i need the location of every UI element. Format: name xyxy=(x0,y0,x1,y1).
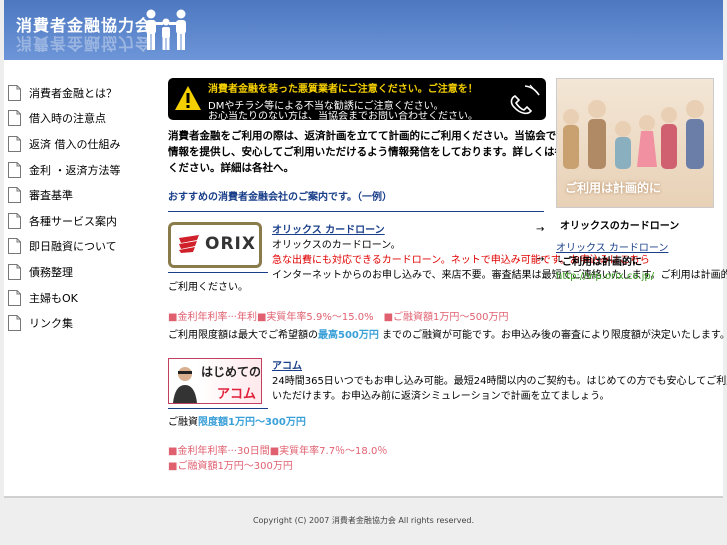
acom-limit-text: ご融資 xyxy=(168,417,198,428)
right-links: オリックス カードローン └ご利用は計画的に http://vip.orix.c… xyxy=(556,242,714,284)
warning-icon xyxy=(175,86,201,110)
sidebar-item-label: リンク集 xyxy=(29,317,73,331)
sidebar-item-label: 審査基準 xyxy=(29,189,73,203)
acom-limit-amount: 限度額1万円～300万円 xyxy=(198,417,306,428)
document-icon xyxy=(8,135,21,152)
sidebar-item-label: 即日融資について xyxy=(29,240,117,254)
intro-line: 消費者金融をご利用の際は、返済計画を立てて計画的にご利用ください。当協会では、正… xyxy=(168,130,693,142)
sidebar-item-same-day[interactable]: 即日融資について xyxy=(8,234,158,260)
intro-line: ください。詳細は各社へ。 xyxy=(168,162,294,174)
orix-limit-text: ご利用限度額は最大でご希望額の xyxy=(168,330,318,341)
family-icon xyxy=(146,9,186,50)
section-subhead: おすすめの消費者金融会社のご案内です。（一例） xyxy=(168,192,392,203)
photo-caption: ご利用は計画的に xyxy=(565,181,662,195)
orix-mark: → xyxy=(536,254,545,265)
sidebar-item-repayment[interactable]: 返済 借入の仕組み xyxy=(8,131,158,157)
orix-link[interactable]: オリックス カードローン xyxy=(272,225,385,236)
orix-line: ご利用ください。 xyxy=(168,282,248,293)
sidebar-item-label: 各種サービス案内 xyxy=(29,214,117,228)
header-banner: 消費者金融協力会 消費者金融協力会 xyxy=(4,0,723,60)
acom-limit: ご融資限度額1万円～300万円 xyxy=(168,415,306,430)
sidebar-nav: 消費者金融とは？ 借入時の注意点 返済 借入の仕組み 金利 ・返済方法等 審査基… xyxy=(8,80,158,336)
orix-limit-amount: 最高500万円 xyxy=(318,330,379,341)
notice-line: DMやチラシ等による不当な勧誘にご注意ください。 xyxy=(208,101,444,112)
logo-underline xyxy=(168,408,268,409)
acom-logo-line1: はじめての xyxy=(201,365,262,379)
orix-limit-text: までのご融資が可能です。お申込み後の審査により限度額が決定いたします。 xyxy=(378,330,727,341)
sidebar-item-links[interactable]: リンク集 xyxy=(8,310,158,336)
section-divider xyxy=(168,211,544,212)
orix-mark-icon xyxy=(179,235,199,253)
sidebar-item-label: 金利 ・返済方法等 xyxy=(29,163,121,177)
center-column: 消費者金融を装った悪質業者にご注意ください。ご注意を！ DMやチラシ等による不当… xyxy=(168,78,727,472)
document-icon xyxy=(8,263,21,280)
sidebar-item-interest[interactable]: 金利 ・返済方法等 xyxy=(8,157,158,183)
notice-line: お心当たりのない方は、当協会までお問い合わせください。 xyxy=(208,111,478,120)
acom-details: アコム 24時間365日いつでもお申し込み可能。最短24時間以内のご契約も。はじ… xyxy=(272,359,727,404)
document-icon xyxy=(8,212,21,229)
right-link[interactable]: オリックス カードローン xyxy=(556,243,668,254)
right-sub: └ご利用は計画的に xyxy=(556,257,643,268)
acom-rates: ■金利年利率···30日間■実質年率7.7％～18.0％ xyxy=(168,446,388,457)
orix-limit: ご利用限度額は最大でご希望額の最高500万円 までのご融資が可能です。お申込み後… xyxy=(168,328,727,343)
orix-logo-text: ORIX xyxy=(205,234,256,254)
document-icon xyxy=(8,161,21,178)
document-icon xyxy=(8,238,21,255)
warning-notice: 消費者金融を装った悪質業者にご注意ください。ご注意を！ DMやチラシ等による不当… xyxy=(168,78,546,120)
phone-icon xyxy=(510,84,540,115)
sidebar-item-label: 消費者金融とは？ xyxy=(29,86,117,100)
sidebar-item-label: 借入時の注意点 xyxy=(29,112,106,126)
intro-text: 消費者金融をご利用の際は、返済計画を立てて計画的にご利用ください。当協会では、正… xyxy=(168,128,693,176)
sidebar-item-label: 主婦もOK xyxy=(29,291,78,305)
acom-logo[interactable]: はじめての アコム xyxy=(168,358,262,404)
acom-rates: ■ご融資額1万円～300万円 xyxy=(168,461,293,472)
logo-underline xyxy=(168,272,268,273)
acom-link[interactable]: アコム xyxy=(272,361,302,372)
person-icon xyxy=(173,367,197,403)
footer-copyright: Copyright (C) 2007 消費者金融協力会 All rights r… xyxy=(252,516,475,525)
main-content-area: 消費者金融とは？ 借入時の注意点 返済 借入の仕組み 金利 ・返済方法等 審査基… xyxy=(4,60,727,498)
document-icon xyxy=(8,289,21,306)
sidebar-item-screening[interactable]: 審査基準 xyxy=(8,182,158,208)
document-icon xyxy=(8,187,21,204)
orix-rates: ■金利年利率···年利■実質年率5.9%～15.0% ■ご融資額1万円～500万… xyxy=(168,312,509,323)
right-caption: オリックスのカードローン xyxy=(560,221,680,232)
right-column: ご利用は計画的に オリックスのカードローン オリックス カードローン └ご利用は… xyxy=(556,78,714,284)
sidebar-item-about[interactable]: 消費者金融とは？ xyxy=(8,80,158,106)
document-icon xyxy=(8,84,21,101)
sidebar-item-housewife[interactable]: 主婦もOK xyxy=(8,285,158,311)
acom-logo-line2: アコム xyxy=(217,387,257,402)
document-icon xyxy=(8,315,21,332)
site-title-reflection: 消費者金融協力会 xyxy=(16,34,153,53)
notice-title: 消費者金融を装った悪質業者にご注意ください。ご注意を！ xyxy=(208,84,478,95)
right-url[interactable]: http://vip.orix.co.jp/ xyxy=(556,271,654,282)
document-icon xyxy=(8,110,21,127)
orix-line: オリックスのカードローン。 xyxy=(272,240,401,251)
family-photo: ご利用は計画的に xyxy=(556,78,714,208)
orix-logo[interactable]: ORIX xyxy=(168,222,262,268)
sidebar-item-debt[interactable]: 債務整理 xyxy=(8,259,158,285)
sidebar-item-label: 債務整理 xyxy=(29,265,73,279)
intro-line: 情報を提供し、安心してご利用いただけるよう情報発信をしております。詳しくは各社の… xyxy=(168,146,681,158)
sidebar-item-services[interactable]: 各種サービス案内 xyxy=(8,208,158,234)
sidebar-item-label: 返済 借入の仕組み xyxy=(29,137,121,151)
acom-line: いただけます。お申込み前に返済シミュレーションで計画を立てましょう。 xyxy=(272,391,610,402)
orix-mark: → xyxy=(536,224,545,235)
sidebar-item-cautions[interactable]: 借入時の注意点 xyxy=(8,106,158,132)
acom-line: 24時間365日いつでもお申し込み可能。最短24時間以内のご契約も。はじめての方… xyxy=(272,376,727,387)
